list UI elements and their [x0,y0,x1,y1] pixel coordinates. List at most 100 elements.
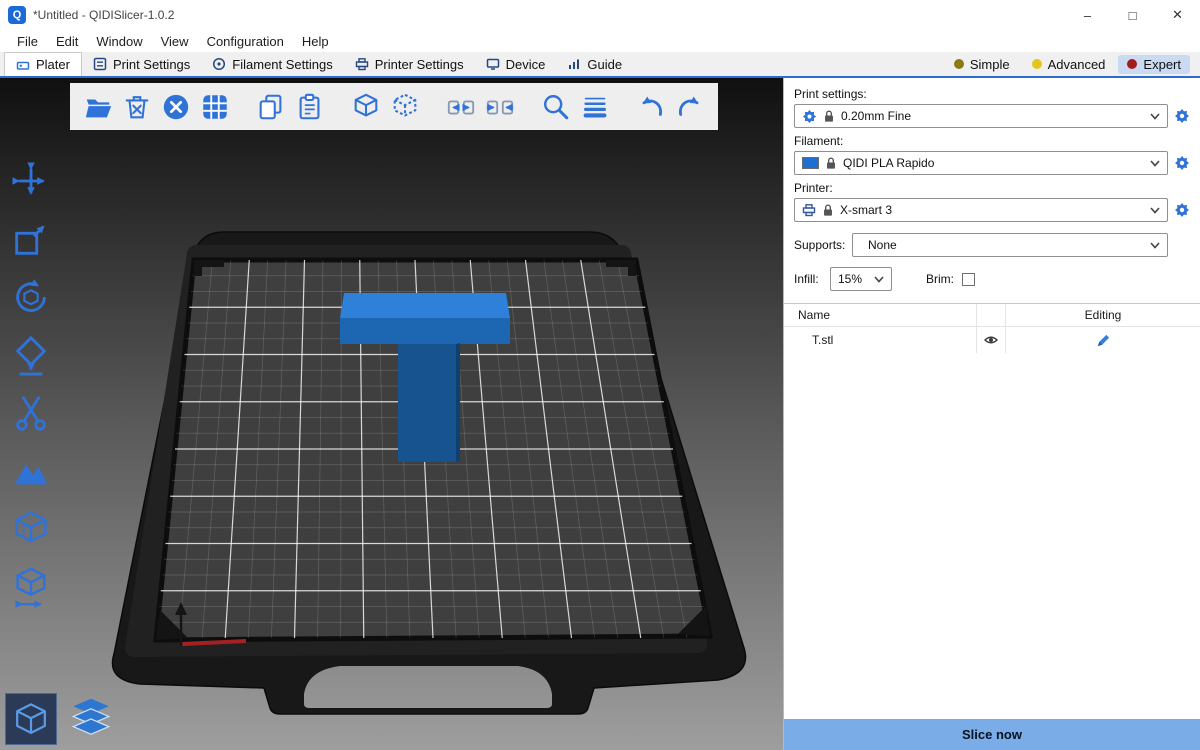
maximize-button[interactable]: □ [1110,0,1155,30]
move-button[interactable] [8,158,54,204]
object-row-tstl[interactable]: T.stl [784,327,1200,353]
lock-icon [823,109,835,123]
edit-pencil-icon [1096,333,1111,348]
add-instance-button[interactable] [350,91,382,123]
view-switch [5,693,117,745]
printer-gear-button[interactable] [1172,199,1192,221]
menu-view[interactable]: View [152,34,198,49]
tabbar: Plater Print Settings Filament Settings … [0,52,1200,78]
filament-gear-button[interactable] [1172,152,1192,174]
device-icon [486,57,500,71]
filament-settings-icon [212,57,226,71]
variable-layer-height-icon [580,92,610,122]
menu-help[interactable]: Help [293,34,338,49]
supports-combo[interactable]: None [852,233,1168,257]
measure-icon [10,566,52,608]
split-to-parts-icon [485,92,515,122]
filament-color-swatch [802,157,819,169]
mode-switcher: Simple Advanced Expert [945,52,1200,76]
print-settings-combo[interactable]: 0.20mm Fine [794,104,1168,128]
delete-all-button[interactable] [160,91,192,123]
search-button[interactable] [540,91,572,123]
3d-viewport[interactable] [0,78,783,750]
add-instance-cube-icon [351,92,381,122]
open-button[interactable] [82,91,114,123]
cut-scissors-icon [10,392,52,434]
printer-combo[interactable]: X-smart 3 [794,198,1168,222]
menu-file[interactable]: File [8,34,47,49]
copy-icon [256,92,286,122]
printer-icon [802,203,816,217]
arrange-button[interactable] [199,91,231,123]
filament-combo[interactable]: QIDI PLA Rapido [794,151,1168,175]
printer-label: Printer: [794,181,1192,195]
undo-button[interactable] [635,91,667,123]
split-to-parts-button[interactable] [484,91,516,123]
scale-button[interactable] [8,216,54,262]
slice-now-button[interactable]: Slice now [784,719,1200,750]
remove-instance-cube-icon [390,92,420,122]
measure-button[interactable] [8,564,54,610]
model-top-face [340,293,510,318]
brim-checkbox[interactable] [962,273,975,286]
object-list: Name Editing T.stl [784,303,1200,719]
tab-device[interactable]: Device [475,52,557,76]
model-stem-front [398,344,456,462]
visibility-toggle[interactable] [976,327,1006,353]
delete-icon [122,92,152,122]
eye-icon [983,332,999,348]
variable-layer-height-button[interactable] [579,91,611,123]
menu-edit[interactable]: Edit [47,34,87,49]
redo-icon [675,92,705,122]
cut-button[interactable] [8,390,54,436]
tab-filament-settings[interactable]: Filament Settings [201,52,343,76]
infill-combo[interactable]: 15% [830,267,892,291]
paint-supports-icon [10,450,52,492]
lock-icon [822,203,834,217]
delete-button[interactable] [121,91,153,123]
mode-advanced[interactable]: Advanced [1023,55,1115,74]
expert-dot-icon [1127,59,1137,69]
tab-plater[interactable]: Plater [4,52,82,76]
copy-button[interactable] [255,91,287,123]
preview-view-button[interactable] [65,693,117,745]
model-stem-side [456,343,460,462]
place-on-face-button[interactable] [8,332,54,378]
print-settings-label: Print settings: [794,87,1192,101]
menu-configuration[interactable]: Configuration [198,34,293,49]
app-window: Q *Untitled - QIDISlicer-1.0.2 – □ ✕ Fil… [0,0,1200,750]
rotate-button[interactable] [8,274,54,320]
chevron-down-icon [1150,242,1160,249]
move-icon [10,160,52,202]
split-to-objects-button[interactable] [445,91,477,123]
remove-instance-button[interactable] [389,91,421,123]
place-on-face-icon [10,334,52,376]
redo-button[interactable] [674,91,706,123]
minimize-button[interactable]: – [1065,0,1110,30]
print-settings-gear-button[interactable] [1172,105,1192,127]
chevron-down-icon [1150,207,1160,214]
guide-icon [567,57,581,71]
plater-icon [16,58,30,72]
close-button[interactable]: ✕ [1155,0,1200,30]
menu-window[interactable]: Window [87,34,151,49]
open-folder-icon [83,92,113,122]
gear-icon [802,109,817,124]
3d-editor-view-button[interactable] [5,693,57,745]
paste-button[interactable] [294,91,326,123]
left-toolbar [8,158,54,610]
mode-simple[interactable]: Simple [945,55,1019,74]
advanced-dot-icon [1032,59,1042,69]
paint-supports-button[interactable] [8,448,54,494]
edit-object-button[interactable] [1006,333,1200,348]
printer-settings-icon [355,57,369,71]
tab-guide[interactable]: Guide [556,52,633,76]
mode-expert[interactable]: Expert [1118,55,1190,74]
menubar: File Edit Window View Configuration Help [0,30,1200,52]
tab-print-settings[interactable]: Print Settings [82,52,201,76]
seam-button[interactable] [8,506,54,552]
delete-all-icon [161,92,191,122]
gear-icon [1174,108,1190,124]
tab-printer-settings[interactable]: Printer Settings [344,52,475,76]
gear-icon [1174,202,1190,218]
